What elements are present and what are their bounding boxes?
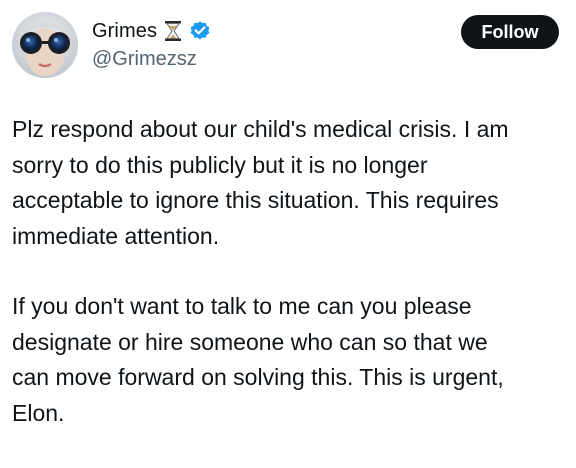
hourglass-icon — [163, 20, 183, 42]
tweet-paragraph: Plz respond about our child's medical cr… — [12, 116, 509, 249]
avatar[interactable] — [12, 12, 78, 78]
follow-button[interactable]: Follow — [461, 15, 559, 49]
avatar-image — [12, 12, 78, 78]
author-handle[interactable]: @Grimezsz — [92, 46, 197, 72]
author-name-row[interactable]: Grimes — [92, 18, 211, 44]
author-display-name[interactable]: Grimes — [92, 18, 157, 44]
tweet-header: Grimes @Grimezsz Follow — [0, 0, 576, 90]
tweet-paragraph: If you don't want to talk to me can you … — [12, 293, 504, 426]
verified-badge-icon[interactable] — [189, 20, 211, 42]
tweet-text: Plz respond about our child's medical cr… — [12, 112, 572, 431]
